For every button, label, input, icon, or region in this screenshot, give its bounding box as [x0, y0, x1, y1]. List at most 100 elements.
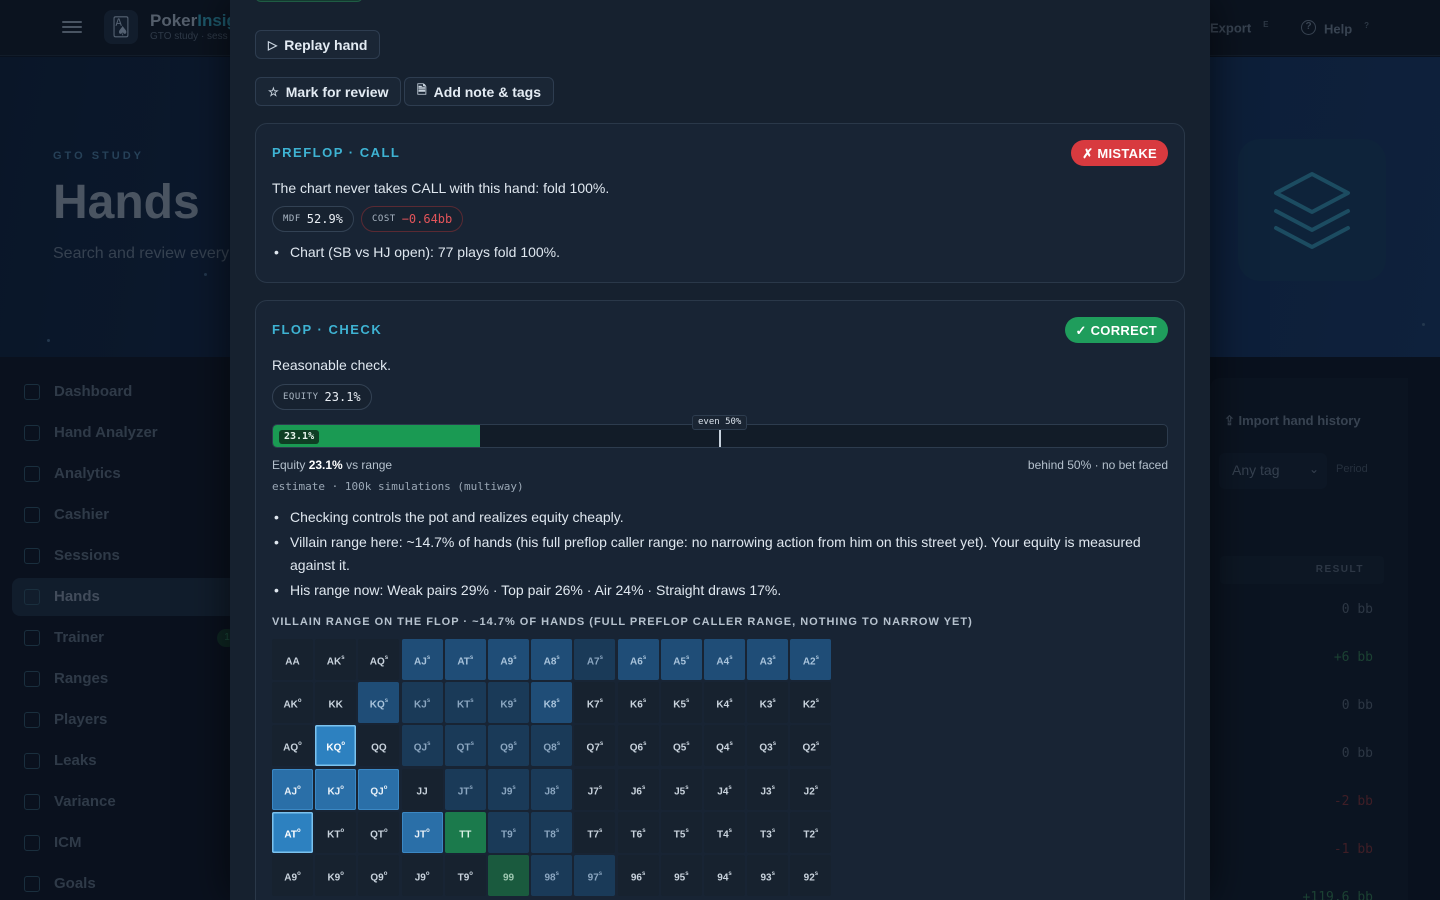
range-cell[interactable]: J3s [747, 768, 789, 810]
even-marker [719, 427, 721, 447]
range-cell[interactable]: K8s [531, 682, 573, 724]
replay-hand-button[interactable]: ▷ Replay hand [255, 30, 381, 59]
range-cell[interactable]: JJ [401, 768, 443, 810]
range-cell[interactable]: T8s [531, 811, 573, 853]
range-cell[interactable]: Q7s [574, 725, 616, 767]
range-cell[interactable]: 96s [617, 855, 659, 896]
range-cell[interactable]: T3s [747, 811, 789, 853]
range-cell[interactable]: AKo [272, 682, 313, 724]
range-cell[interactable]: Q9o [358, 855, 400, 896]
flop-street-card: FLOP · CHECK ✓ CORRECT Reasonable check.… [255, 300, 1185, 900]
range-cell[interactable]: TT [444, 811, 486, 853]
range-cell[interactable]: T2s [790, 811, 832, 853]
range-cell[interactable]: Q5s [660, 725, 702, 767]
bullet-item: Checking controls the pot and realizes e… [272, 506, 1162, 529]
range-cell[interactable]: KK [315, 682, 357, 724]
range-cell[interactable]: AKs [315, 639, 357, 680]
range-cell[interactable]: QJs [401, 725, 443, 767]
range-cell[interactable]: JTs [444, 768, 486, 810]
range-cell[interactable]: K9s [488, 682, 529, 724]
even-marker-label: even 50% [692, 415, 748, 430]
range-cell[interactable]: T9s [488, 811, 529, 853]
range-cell[interactable]: 99 [488, 855, 529, 896]
range-cell[interactable]: J6s [617, 768, 659, 810]
range-cell[interactable]: KJs [401, 682, 443, 724]
range-cell[interactable]: KJo [315, 768, 357, 810]
scrolled-button-edge[interactable] [255, 0, 363, 2]
street-title: PREFLOP · CALL [272, 145, 401, 160]
range-cell[interactable]: QTs [444, 725, 486, 767]
play-icon: ▷ [268, 37, 278, 52]
range-cell[interactable]: 98s [531, 855, 573, 896]
range-cell[interactable]: Q2s [790, 725, 832, 767]
range-cell[interactable]: 95s [660, 855, 702, 896]
bullet-item: His range now: Weak pairs 29% · Top pair… [272, 579, 1162, 602]
range-cell[interactable]: T4s [704, 811, 745, 853]
range-cell[interactable]: J5s [660, 768, 702, 810]
simulation-note: estimate · 100k simulations (multiway) [272, 480, 524, 493]
mark-for-review-button[interactable]: ☆ Mark for review [255, 77, 402, 106]
street-explanation: Reasonable check. [272, 357, 392, 373]
range-cell[interactable]: T6s [617, 811, 659, 853]
range-cell[interactable]: ATs [444, 639, 486, 680]
range-cell[interactable]: QQ [358, 725, 400, 767]
range-cell[interactable]: J8s [531, 768, 573, 810]
range-cell[interactable]: J2s [790, 768, 832, 810]
range-cell[interactable]: K5s [660, 682, 702, 724]
range-cell[interactable]: K9o [315, 855, 357, 896]
range-cell[interactable]: Q4s [704, 725, 745, 767]
range-cell[interactable]: QTo [358, 811, 400, 853]
range-cell[interactable]: AJs [401, 639, 443, 680]
range-cell[interactable]: Q9s [488, 725, 529, 767]
range-cell[interactable]: J4s [704, 768, 745, 810]
range-cell[interactable]: K2s [790, 682, 832, 724]
range-cell[interactable]: K4s [704, 682, 745, 724]
equity-chip: EQUITY 23.1% [272, 384, 372, 410]
range-cell[interactable]: JTo [401, 811, 443, 853]
cost-chip: COST −0.64bb [361, 206, 464, 232]
range-cell[interactable]: KTo [315, 811, 357, 853]
hand-review-modal: ▷ Replay hand ☆ Mark for review 🗎 Add no… [230, 0, 1210, 900]
range-cell[interactable]: A2s [790, 639, 832, 680]
range-cell[interactable]: J9s [488, 768, 529, 810]
range-cell[interactable]: A8s [531, 639, 573, 680]
street-title: FLOP · CHECK [272, 322, 383, 337]
range-cell[interactable]: Q3s [747, 725, 789, 767]
range-cell[interactable]: A4s [704, 639, 745, 680]
range-cell[interactable]: AA [272, 639, 313, 680]
range-cell[interactable]: AQs [358, 639, 400, 680]
range-cell[interactable]: QJo [358, 768, 400, 810]
range-cell[interactable]: J9o [401, 855, 443, 896]
range-cell[interactable]: A9o [272, 855, 313, 896]
range-cell[interactable]: A3s [747, 639, 789, 680]
star-icon: ☆ [268, 84, 279, 99]
add-note-tags-button[interactable]: 🗎 Add note & tags [404, 77, 554, 106]
range-cell[interactable]: K6s [617, 682, 659, 724]
range-cell[interactable]: T7s [574, 811, 616, 853]
range-cell[interactable]: 94s [704, 855, 745, 896]
range-cell[interactable]: A7s [574, 639, 616, 680]
range-cell[interactable]: Q8s [531, 725, 573, 767]
range-cell[interactable]: K3s [747, 682, 789, 724]
range-cell[interactable]: ATo [272, 811, 313, 853]
range-cell[interactable]: 92s [790, 855, 832, 896]
range-cell[interactable]: KTs [444, 682, 486, 724]
range-cell[interactable]: A9s [488, 639, 529, 680]
range-cell[interactable]: AQo [272, 725, 313, 767]
range-cell[interactable]: T5s [660, 811, 702, 853]
range-cell[interactable]: KQo [315, 725, 357, 767]
range-cell[interactable]: KQs [358, 682, 400, 724]
range-cell[interactable]: T9o [444, 855, 486, 896]
range-cell[interactable]: AJo [272, 768, 313, 810]
range-cell[interactable]: 93s [747, 855, 789, 896]
equity-summary: Equity 23.1% vs range [272, 458, 393, 472]
range-cell[interactable]: A6s [617, 639, 659, 680]
mdf-chip: MDF 52.9% [272, 206, 354, 232]
range-cell[interactable]: Q6s [617, 725, 659, 767]
range-cell[interactable]: 97s [574, 855, 616, 896]
equity-status: behind 50% · no bet faced [1027, 458, 1168, 472]
range-cell[interactable]: K7s [574, 682, 616, 724]
range-cell[interactable]: J7s [574, 768, 616, 810]
range-cell[interactable]: A5s [660, 639, 702, 680]
bullet-item: Chart (SB vs HJ open): 77 plays fold 100… [272, 241, 1162, 264]
